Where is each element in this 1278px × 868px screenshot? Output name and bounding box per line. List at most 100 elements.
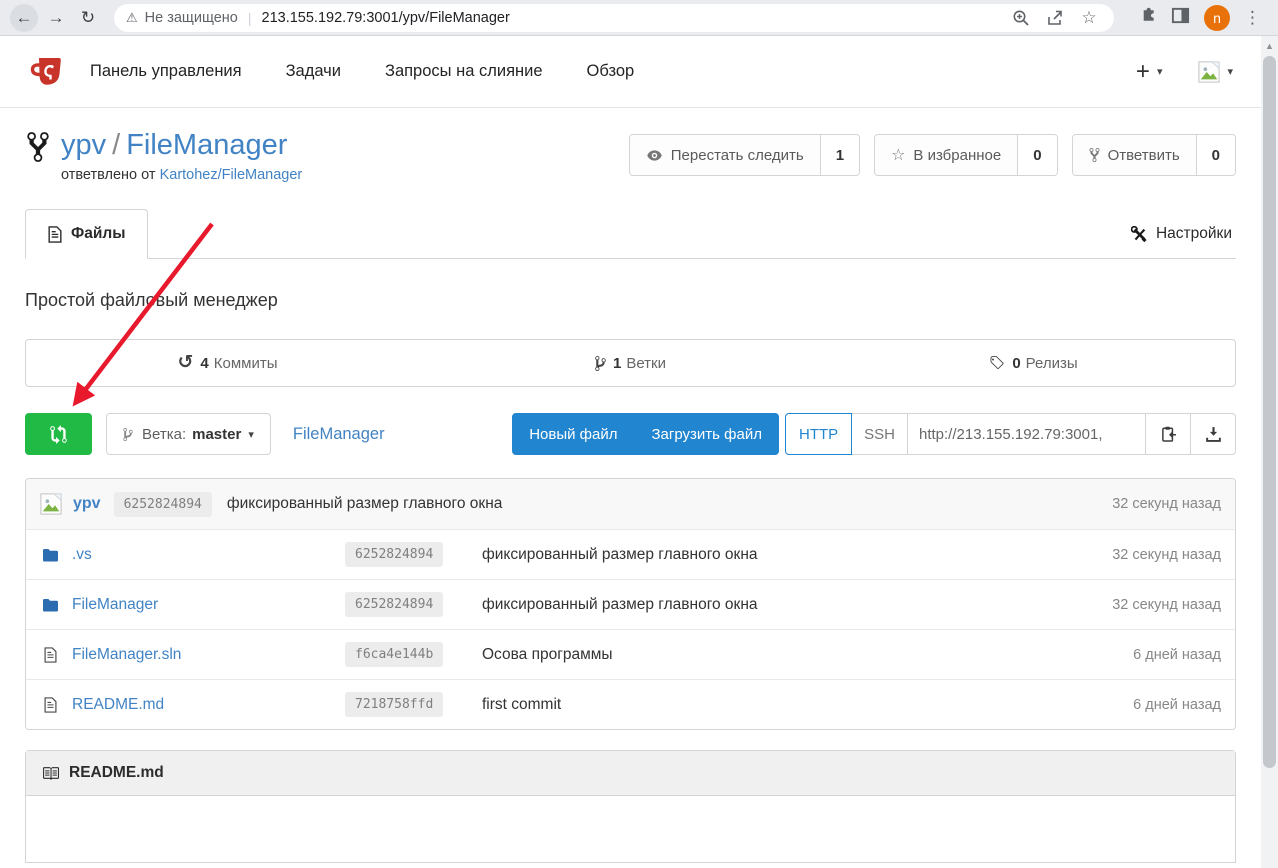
file-sha-cell: 7218758ffd bbox=[345, 692, 470, 717]
watch-button-group: Перестать следить 1 bbox=[629, 134, 860, 176]
profile-avatar[interactable]: n bbox=[1204, 5, 1230, 31]
file-row: README.md 7218758ffd first commit 6 дней… bbox=[26, 679, 1235, 729]
nav-item-issues[interactable]: Задачи bbox=[286, 62, 341, 81]
file-name-cell: README.md bbox=[40, 696, 345, 714]
clone-url-input[interactable] bbox=[919, 426, 1134, 443]
user-menu[interactable]: ▾ bbox=[1198, 61, 1233, 83]
file-commit-time: 32 секунд назад bbox=[1112, 547, 1221, 563]
branch-label: Ветка: bbox=[142, 426, 186, 443]
commit-sha-badge[interactable]: 6252824894 bbox=[114, 492, 212, 517]
file-sha-badge[interactable]: f6ca4e144b bbox=[345, 642, 443, 667]
forked-from-link[interactable]: Kartohez/FileManager bbox=[160, 167, 303, 183]
commits-label: Коммиты bbox=[214, 355, 278, 372]
unwatch-label: Перестать следить bbox=[671, 147, 804, 164]
upload-file-button[interactable]: Загрузить файл bbox=[635, 413, 779, 455]
file-link[interactable]: FileManager bbox=[72, 596, 158, 614]
nav-item-explore[interactable]: Обзор bbox=[587, 62, 635, 81]
side-panel-button[interactable] bbox=[1171, 6, 1190, 30]
unwatch-button[interactable]: Перестать следить bbox=[630, 135, 820, 175]
page: Панель управления Задачи Запросы на слия… bbox=[0, 36, 1261, 863]
tab-settings[interactable]: Настройки bbox=[1131, 225, 1236, 258]
browser-reload-button[interactable]: ↻ bbox=[74, 4, 102, 32]
branch-dropdown[interactable]: Ветка: master ▾ bbox=[106, 413, 271, 455]
file-name-cell: FileManager.sln bbox=[40, 646, 345, 664]
repo-action-row: Ветка: master ▾ FileManager Новый файл З… bbox=[25, 413, 1236, 455]
branch-icon bbox=[123, 427, 133, 442]
file-name-cell: .vs bbox=[40, 546, 345, 564]
file-icon bbox=[40, 697, 60, 713]
forward-icon: → bbox=[48, 8, 65, 28]
download-icon bbox=[1205, 425, 1222, 443]
repo-title-block: ypv/FileManager ответвлено от Kartohez/F… bbox=[25, 126, 302, 183]
file-commit-message[interactable]: Осова программы bbox=[482, 646, 613, 664]
browser-forward-button[interactable]: → bbox=[42, 4, 70, 32]
new-file-button[interactable]: Новый файл bbox=[512, 413, 634, 455]
fork-label: Ответвить bbox=[1108, 147, 1180, 164]
file-table: ypv 6252824894 фиксированный размер глав… bbox=[25, 478, 1236, 730]
scrollbar-up-icon[interactable]: ▲ bbox=[1261, 36, 1278, 51]
ssh-button[interactable]: SSH bbox=[852, 413, 908, 455]
stat-releases[interactable]: 0 Релизы bbox=[832, 340, 1235, 386]
http-button[interactable]: HTTP bbox=[785, 413, 852, 455]
copy-url-button[interactable] bbox=[1146, 413, 1191, 455]
security-warning-icon: ⚠ bbox=[126, 10, 138, 26]
repo-owner-link[interactable]: ypv bbox=[61, 129, 106, 161]
nav-item-pull-requests[interactable]: Запросы на слияние bbox=[385, 62, 543, 81]
file-icon bbox=[40, 647, 60, 663]
download-button[interactable] bbox=[1191, 413, 1236, 455]
nav-menu: Панель управления Задачи Запросы на слия… bbox=[90, 62, 678, 81]
fork-repo-button[interactable]: Ответвить bbox=[1073, 135, 1196, 175]
stat-commits[interactable]: ↺ 4 Коммиты bbox=[26, 340, 429, 386]
share-button[interactable] bbox=[1042, 5, 1068, 31]
star-label: В избранное bbox=[913, 147, 1001, 164]
file-commit-message[interactable]: first commit bbox=[482, 696, 561, 714]
site-navbar: Панель управления Задачи Запросы на слия… bbox=[0, 36, 1261, 108]
tab-files[interactable]: Файлы bbox=[25, 209, 148, 259]
broken-avatar-icon bbox=[1198, 61, 1220, 83]
share-icon bbox=[1046, 9, 1064, 27]
forks-count[interactable]: 0 bbox=[1196, 135, 1235, 175]
scrollbar-thumb[interactable] bbox=[1263, 56, 1276, 768]
repo-name-link[interactable]: FileManager bbox=[126, 129, 287, 161]
page-scrollbar[interactable]: ▲ bbox=[1261, 36, 1278, 868]
browser-back-button[interactable]: ← bbox=[10, 4, 38, 32]
commit-author-link[interactable]: ypv bbox=[73, 495, 101, 513]
extensions-button[interactable] bbox=[1138, 6, 1157, 30]
file-sha-badge[interactable]: 6252824894 bbox=[345, 592, 443, 617]
repo-path-link[interactable]: FileManager bbox=[293, 425, 385, 444]
file-buttons-group: Новый файл Загрузить файл bbox=[512, 413, 779, 455]
stars-count[interactable]: 0 bbox=[1017, 135, 1056, 175]
compare-button[interactable] bbox=[25, 413, 92, 455]
commit-time: 32 секунд назад bbox=[1112, 496, 1221, 512]
nav-item-dashboard[interactable]: Панель управления bbox=[90, 62, 242, 81]
star-button-group: ☆ В избранное 0 bbox=[874, 134, 1057, 176]
file-row: FileManager.sln f6ca4e144b Осова програм… bbox=[26, 629, 1235, 679]
file-sha-badge[interactable]: 6252824894 bbox=[345, 542, 443, 567]
browser-menu-button[interactable]: ⋮ bbox=[1244, 8, 1261, 28]
gitea-logo[interactable] bbox=[28, 54, 64, 90]
file-sha-badge[interactable]: 7218758ffd bbox=[345, 692, 443, 717]
zoom-page-button[interactable] bbox=[1008, 5, 1034, 31]
eye-icon bbox=[646, 147, 663, 164]
star-repo-button[interactable]: ☆ В избранное bbox=[875, 135, 1017, 175]
file-sha-cell: 6252824894 bbox=[345, 592, 470, 617]
file-link[interactable]: README.md bbox=[72, 696, 164, 714]
tab-files-label: Файлы bbox=[71, 225, 125, 243]
commit-message[interactable]: фиксированный размер главного окна bbox=[227, 495, 503, 513]
branch-name: master bbox=[192, 426, 241, 443]
fork-button-group: Ответвить 0 bbox=[1072, 134, 1236, 176]
watchers-count[interactable]: 1 bbox=[820, 135, 859, 175]
file-commit-message[interactable]: фиксированный размер главного окна bbox=[482, 596, 758, 614]
create-caret-icon[interactable]: ▾ bbox=[1157, 65, 1163, 78]
file-name-cell: FileManager bbox=[40, 596, 345, 614]
address-bar[interactable]: ⚠ Не защищено | 213.155.192.79:3001/ypv/… bbox=[114, 4, 1114, 32]
repo-tabs: Файлы Настройки bbox=[25, 209, 1236, 259]
file-link[interactable]: .vs bbox=[72, 546, 92, 564]
stat-branches[interactable]: 1 Ветки bbox=[429, 340, 832, 386]
file-link[interactable]: FileManager.sln bbox=[72, 646, 181, 664]
address-separator: | bbox=[248, 10, 252, 26]
file-commit-message[interactable]: фиксированный размер главного окна bbox=[482, 546, 758, 564]
bookmark-star-button[interactable]: ☆ bbox=[1076, 5, 1102, 31]
create-new-button[interactable]: + bbox=[1136, 58, 1150, 86]
tag-icon bbox=[989, 355, 1005, 371]
